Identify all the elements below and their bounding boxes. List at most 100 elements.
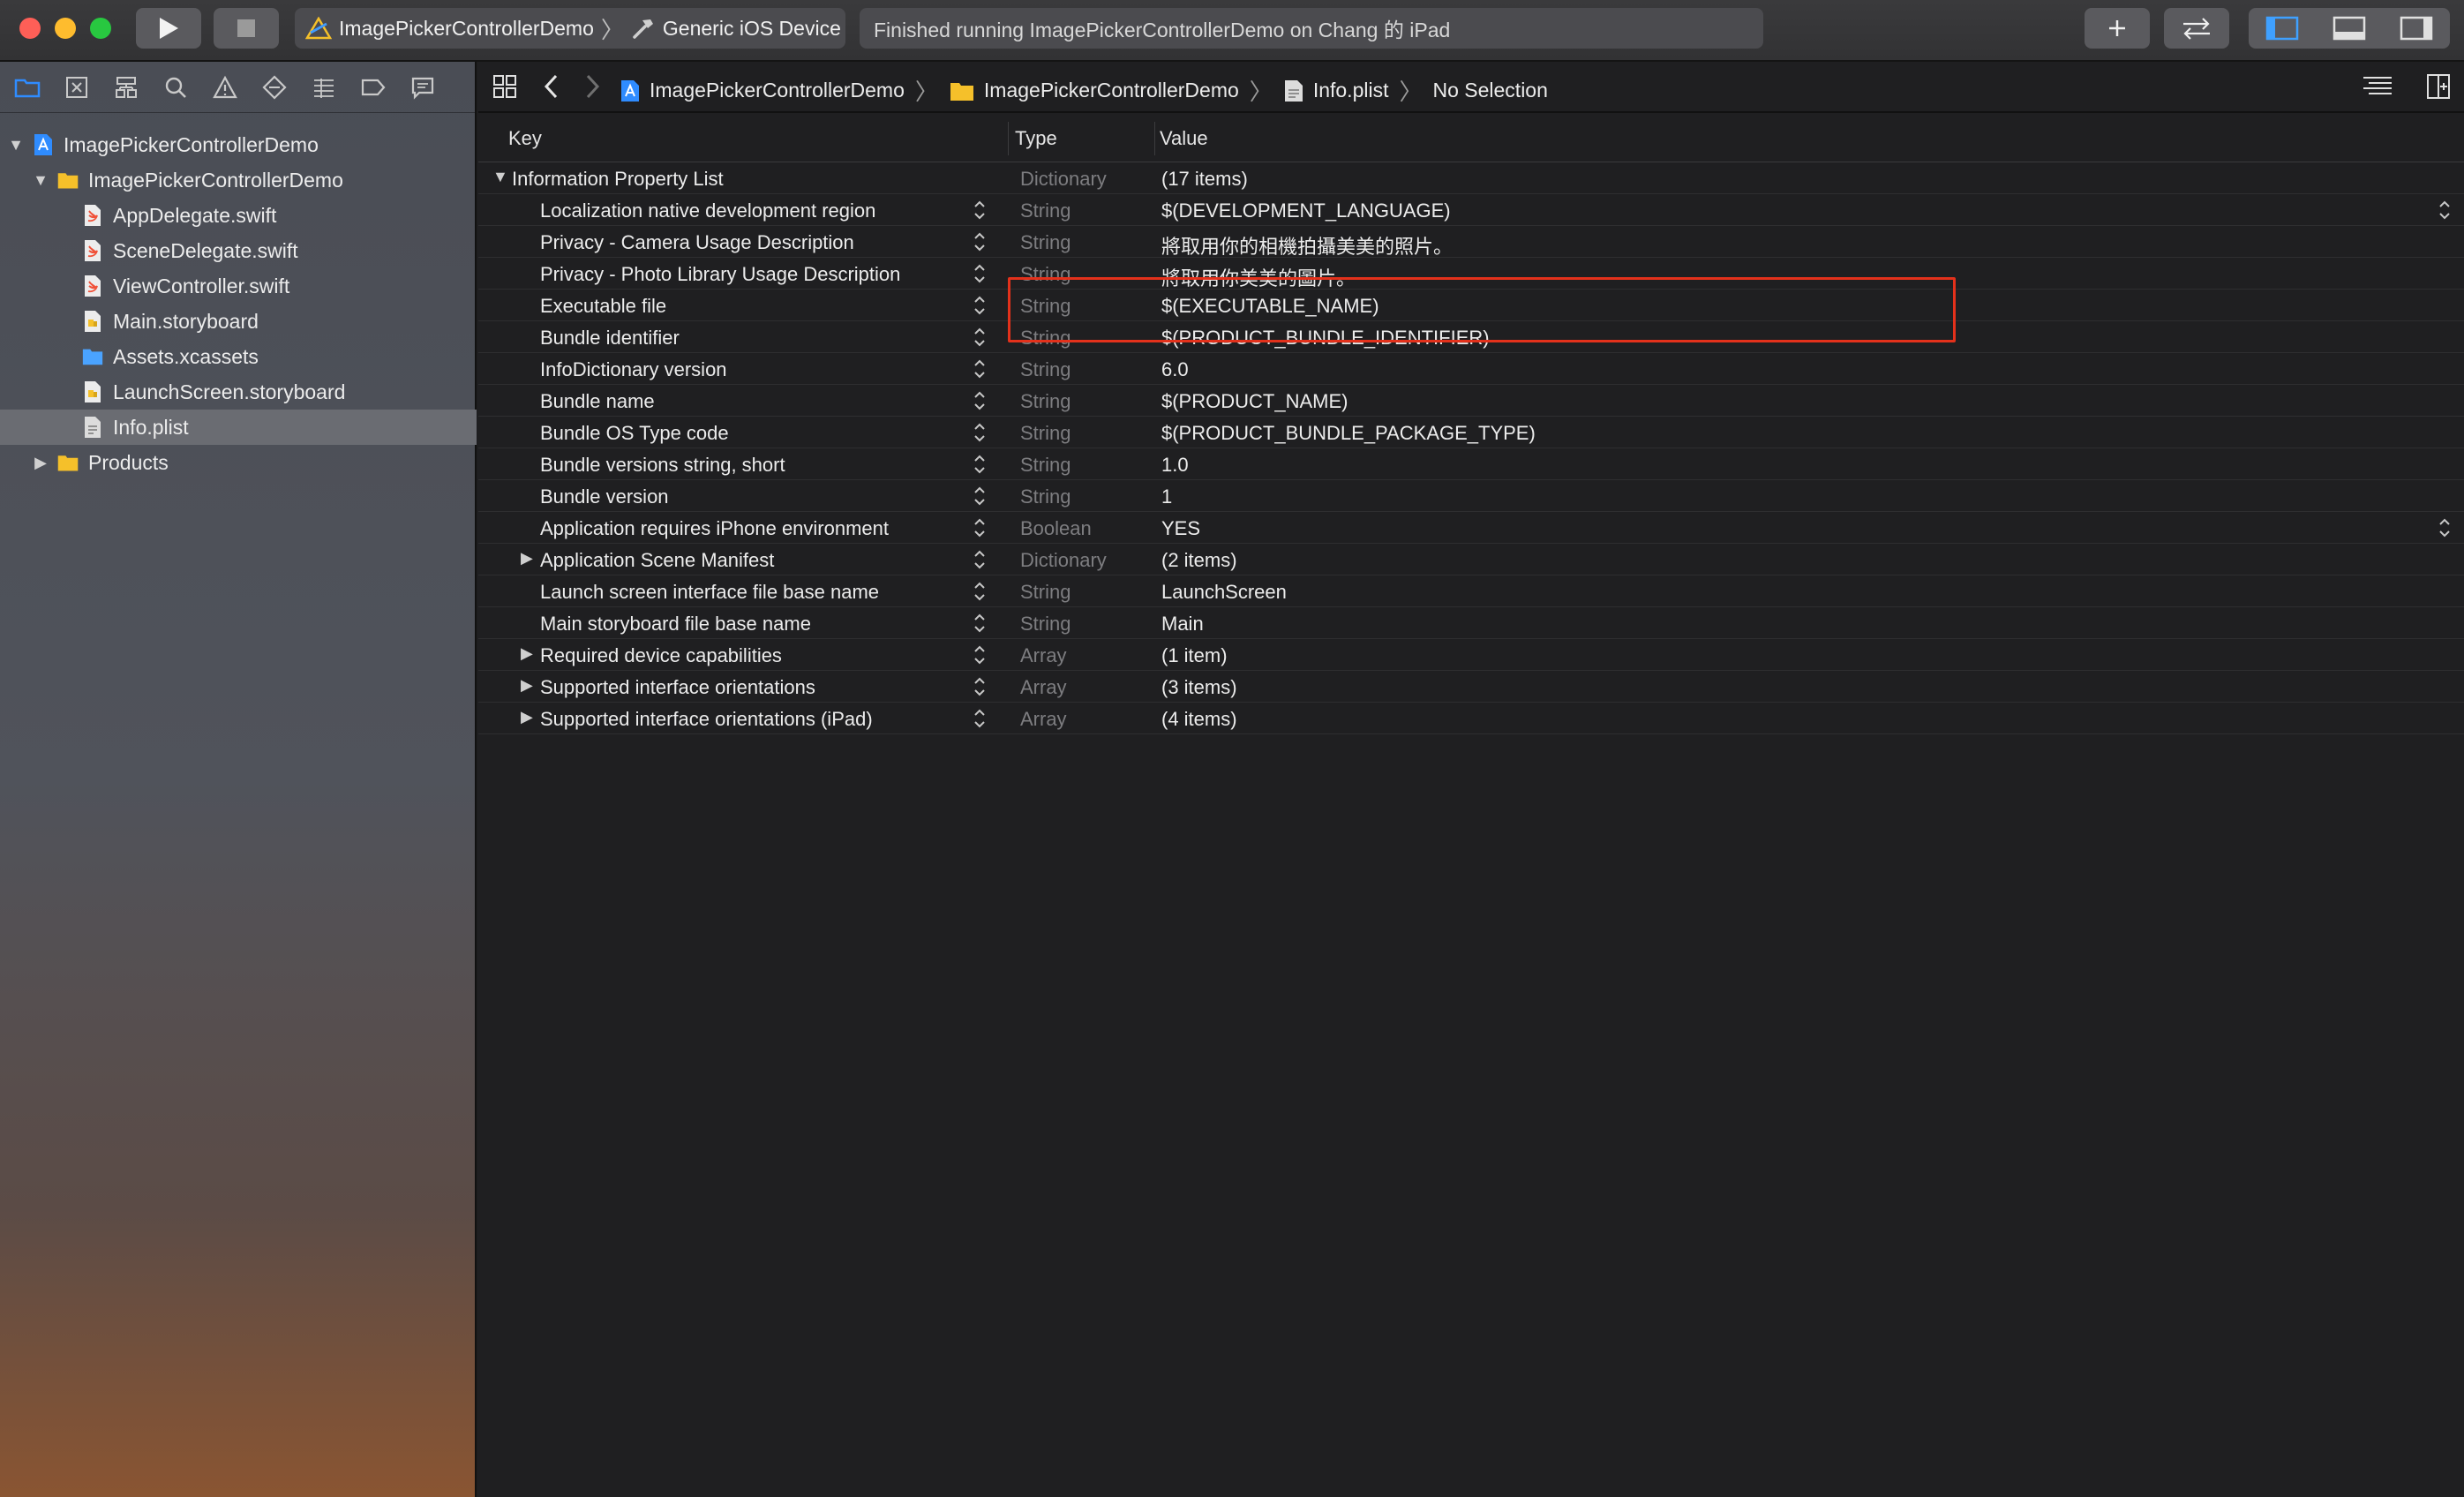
plist-row[interactable]: Localization native development region St… [478, 194, 2464, 226]
plist-key[interactable]: Bundle versions string, short [540, 454, 785, 477]
key-column-header[interactable]: Key [508, 127, 542, 150]
plist-row[interactable]: ▶ Required device capabilities Array (1 ite… [478, 639, 2464, 671]
plist-key[interactable]: Application Scene Manifest [540, 549, 774, 572]
plist-type[interactable]: String [1020, 390, 1070, 413]
plist-value[interactable]: YES [1161, 517, 1200, 540]
plist-key[interactable]: Bundle name [540, 390, 655, 413]
plist-key[interactable]: Executable file [540, 295, 666, 318]
plist-row[interactable]: Bundle identifier String $(PRODUCT_BUNDLE_… [478, 321, 2464, 353]
plist-key[interactable]: Bundle version [540, 485, 669, 508]
plist-key[interactable]: Bundle identifier [540, 327, 680, 350]
value-popup-stepper-icon[interactable] [2438, 198, 2452, 222]
plist-type[interactable]: Array [1020, 676, 1067, 699]
navigator-item[interactable]: ▼ ImagePickerControllerDemo [0, 162, 477, 198]
plist-value[interactable]: (17 items) [1161, 168, 1248, 191]
plist-type[interactable]: String [1020, 199, 1070, 222]
plist-value[interactable]: 將取用你美美的圖片。 [1161, 263, 1356, 291]
key-stepper-icon[interactable] [973, 484, 987, 508]
plist-type[interactable]: String [1020, 613, 1070, 636]
plist-type[interactable]: String [1020, 485, 1070, 508]
plist-row[interactable]: ▶ Supported interface orientations Array (3… [478, 671, 2464, 703]
plist-type[interactable]: Dictionary [1020, 168, 1107, 191]
plist-type[interactable]: String [1020, 358, 1070, 381]
disclosure-open-icon[interactable]: ▼ [32, 171, 49, 190]
plist-row[interactable]: Bundle name String $(PRODUCT_NAME) [478, 385, 2464, 417]
navigator-item[interactable]: Main.storyboard [0, 304, 477, 339]
plist-value[interactable]: LaunchScreen [1161, 581, 1287, 604]
plist-key[interactable]: Information Property List [512, 168, 724, 191]
plist-row[interactable]: Executable file String $(EXECUTABLE_NAME) [478, 290, 2464, 321]
navigator-item[interactable]: SceneDelegate.swift [0, 233, 477, 268]
key-stepper-icon[interactable] [973, 420, 987, 445]
plist-row[interactable]: Bundle versions string, short String 1.0 [478, 448, 2464, 480]
disclosure-open-icon[interactable]: ▼ [7, 136, 25, 154]
plist-value[interactable]: 1 [1161, 485, 1172, 508]
column-divider[interactable] [1008, 122, 1009, 155]
breadcrumb-project[interactable]: ImagePickerControllerDemo [650, 79, 905, 102]
plist-key[interactable]: Main storyboard file base name [540, 613, 811, 636]
plist-row[interactable]: ▼ Information Property List Dictionary (17 … [478, 162, 2464, 194]
key-stepper-icon[interactable] [973, 229, 987, 254]
disclosure-closed-icon[interactable]: ▶ [32, 454, 49, 472]
plist-type[interactable]: Array [1020, 708, 1067, 731]
plist-value[interactable]: 將取用你的相機拍攝美美的照片。 [1161, 231, 1453, 260]
symbol-navigator-tab[interactable] [111, 72, 141, 102]
scheme-selector[interactable]: ImagePickerControllerDemo 〉 Generic iOS … [295, 8, 845, 49]
plist-key[interactable]: Bundle OS Type code [540, 422, 729, 445]
plist-key[interactable]: Privacy - Camera Usage Description [540, 231, 854, 254]
plist-row[interactable]: InfoDictionary version String 6.0 [478, 353, 2464, 385]
plist-row[interactable]: Privacy - Camera Usage Description String… [478, 226, 2464, 258]
plist-key[interactable]: Application requires iPhone environment [540, 517, 889, 540]
navigator-item[interactable]: Assets.xcassets [0, 339, 477, 374]
disclosure-closed-icon[interactable]: ▶ [521, 676, 533, 695]
plist-row[interactable]: ▶ Application Scene Manifest Dictionary (2 … [478, 544, 2464, 575]
type-column-header[interactable]: Type [1015, 127, 1057, 150]
add-editor-icon[interactable] [2425, 72, 2452, 101]
code-review-button[interactable] [2164, 8, 2229, 49]
find-navigator-tab[interactable] [161, 72, 191, 102]
plist-type[interactable]: String [1020, 263, 1070, 286]
key-stepper-icon[interactable] [973, 547, 987, 572]
plist-value[interactable]: Main [1161, 613, 1204, 636]
key-stepper-icon[interactable] [973, 515, 987, 540]
plist-type[interactable]: Array [1020, 644, 1067, 667]
disclosure-open-icon[interactable]: ▼ [492, 168, 508, 186]
key-stepper-icon[interactable] [973, 579, 987, 604]
navigator-item[interactable]: ▼ ImagePickerControllerDemo [0, 127, 477, 162]
breadcrumb-file[interactable]: Info.plist [1313, 79, 1389, 102]
plist-row[interactable]: Bundle version String 1 [478, 480, 2464, 512]
plist-key[interactable]: Supported interface orientations [540, 676, 815, 699]
breadcrumb-folder[interactable]: ImagePickerControllerDemo [984, 79, 1239, 102]
key-stepper-icon[interactable] [973, 674, 987, 699]
plist-row[interactable]: Privacy - Photo Library Usage Descriptio… [478, 258, 2464, 290]
key-stepper-icon[interactable] [973, 643, 987, 667]
editor-options-icon[interactable] [2362, 74, 2393, 99]
bottom-panel-icon[interactable] [2333, 16, 2366, 41]
plist-type[interactable]: String [1020, 581, 1070, 604]
project-navigator-tab[interactable] [12, 72, 42, 102]
plist-type[interactable]: String [1020, 231, 1070, 254]
navigator-item[interactable]: Info.plist [0, 410, 477, 445]
value-column-header[interactable]: Value [1160, 127, 1208, 150]
run-button[interactable] [136, 8, 201, 49]
plist-row[interactable]: Bundle OS Type code String $(PRODUCT_BUNDL… [478, 417, 2464, 448]
key-stepper-icon[interactable] [973, 293, 987, 318]
disclosure-closed-icon[interactable]: ▶ [521, 549, 533, 568]
plist-key[interactable]: Launch screen interface file base name [540, 581, 879, 604]
plist-value[interactable]: $(EXECUTABLE_NAME) [1161, 295, 1379, 318]
navigator-item[interactable]: AppDelegate.swift [0, 198, 477, 233]
related-items-grid-icon[interactable] [491, 72, 519, 101]
plist-value[interactable]: $(PRODUCT_BUNDLE_IDENTIFIER) [1161, 327, 1490, 350]
plist-row[interactable]: Launch screen interface file base name St… [478, 575, 2464, 607]
plist-value[interactable]: 1.0 [1161, 454, 1189, 477]
disclosure-closed-icon[interactable]: ▶ [521, 708, 533, 726]
plist-key[interactable]: Required device capabilities [540, 644, 782, 667]
plist-value[interactable]: (3 items) [1161, 676, 1237, 699]
report-navigator-tab[interactable] [408, 72, 438, 102]
key-stepper-icon[interactable] [973, 261, 987, 286]
plist-key[interactable]: Privacy - Photo Library Usage Descriptio… [540, 263, 900, 286]
plist-type[interactable]: String [1020, 422, 1070, 445]
navigator-item[interactable]: ▶ Products [0, 445, 477, 480]
navigator-item[interactable]: ViewController.swift [0, 268, 477, 304]
key-stepper-icon[interactable] [973, 198, 987, 222]
